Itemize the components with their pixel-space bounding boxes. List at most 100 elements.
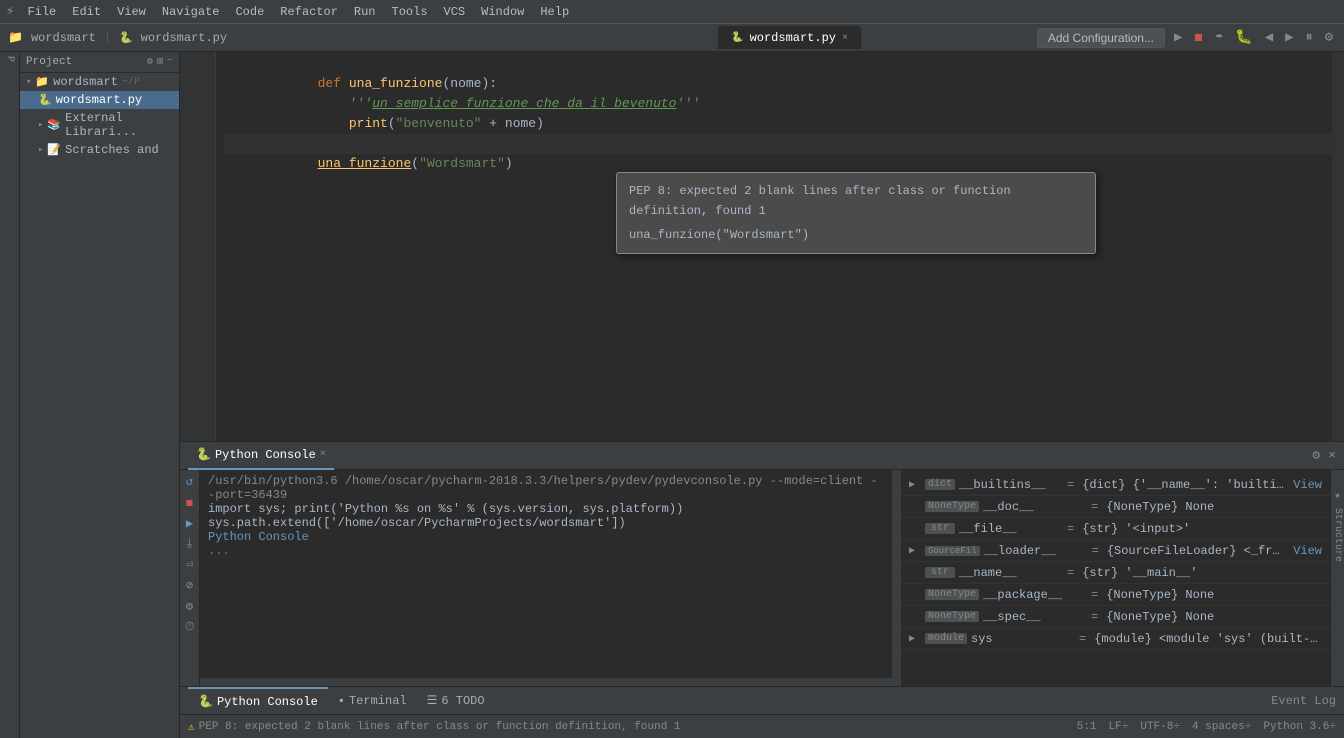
scroll-end-icon[interactable]: ⤓ <box>187 537 192 551</box>
status-indent[interactable]: 4 spaces÷ <box>1192 721 1251 733</box>
event-log-button[interactable]: Event Log <box>1271 694 1336 708</box>
var-row-name[interactable]: str __name__ = {str} '__main__' <box>901 562 1330 584</box>
panel-cog-icon[interactable]: ⚙ <box>147 56 153 68</box>
var-row-loader[interactable]: ▶ SourceFil __loader__ = {SourceFileLoad… <box>901 540 1330 562</box>
editor-area: def una_funzione(nome): '''un semplice f… <box>180 52 1344 441</box>
var-badge-file: str <box>925 523 955 534</box>
status-position[interactable]: 5:1 <box>1077 721 1097 733</box>
btab-python-console[interactable]: 🐍 Python Console <box>188 687 328 715</box>
menu-code[interactable]: Code <box>228 3 271 21</box>
coverage-icon[interactable]: ☂ <box>1212 29 1226 46</box>
menu-file[interactable]: File <box>20 3 63 21</box>
run-console-icon[interactable]: ▶ <box>186 516 193 531</box>
panel-close-icon[interactable]: × <box>1328 448 1336 463</box>
panel-minus-icon[interactable]: − <box>167 56 173 68</box>
titlebar: 📁 wordsmart | 🐍 wordsmart.py 🐍 wordsmart… <box>0 24 1344 52</box>
history-icon[interactable]: ⏱ <box>185 620 194 634</box>
status-lf[interactable]: LF÷ <box>1109 721 1129 733</box>
tree-label-external: External Librari... <box>65 111 173 139</box>
var-badge-sys: module <box>925 633 967 644</box>
console-tab-close[interactable]: × <box>320 449 326 460</box>
var-row-package[interactable]: NoneType __package__ = {NoneType} None <box>901 584 1330 606</box>
project-panel-icon[interactable]: P <box>4 56 15 62</box>
settings-console-icon[interactable]: ⚙ <box>186 599 193 614</box>
restart-icon[interactable]: ↺ <box>186 474 193 489</box>
var-arrow-builtins[interactable]: ▶ <box>909 479 921 491</box>
add-configuration-button[interactable]: Add Configuration... <box>1037 28 1165 48</box>
soft-wrap-icon[interactable]: ⏎ <box>186 557 193 572</box>
forward-icon[interactable]: ▶ <box>1282 29 1296 46</box>
var-badge-package: NoneType <box>925 589 979 600</box>
var-row-spec[interactable]: NoneType __spec__ = {NoneType} None <box>901 606 1330 628</box>
status-python[interactable]: Python 3.6÷ <box>1263 721 1336 733</box>
clear-icon[interactable]: ⊘ <box>186 578 193 593</box>
console-cmd-line: /usr/bin/python3.6 /home/oscar/pycharm-2… <box>208 474 884 502</box>
stop-console-icon[interactable]: ◼ <box>186 495 193 510</box>
panel-layout-icon[interactable]: ⊞ <box>157 56 163 68</box>
console-scrollbar-h[interactable] <box>200 678 892 686</box>
menu-navigate[interactable]: Navigate <box>155 3 227 21</box>
scratches-icon: 📝 <box>47 143 61 157</box>
tree-item-scratches[interactable]: ▸ 📝 Scratches and <box>20 141 179 159</box>
var-name-spec: __spec__ <box>983 610 1083 624</box>
var-arrow-sys[interactable]: ▶ <box>909 633 921 645</box>
pause-icon[interactable]: ⏸ <box>1303 30 1316 46</box>
tree-item-external[interactable]: ▸ 📚 External Librari... <box>20 109 179 141</box>
settings-toolbar-icon[interactable]: ⚙ <box>1322 29 1336 46</box>
menu-window[interactable]: Window <box>474 3 531 21</box>
console-tab-icon: 🐍 <box>196 447 211 462</box>
var-badge-loader: SourceFil <box>925 546 980 556</box>
btab-todo-icon: ☰ <box>427 693 438 708</box>
code-editor[interactable]: def una_funzione(nome): '''un semplice f… <box>216 52 1332 441</box>
menu-edit[interactable]: Edit <box>65 3 108 21</box>
panel-settings-icon[interactable]: ⚙ <box>1312 448 1320 463</box>
menu-help[interactable]: Help <box>533 3 576 21</box>
bottom-panel: 🐍 Python Console × ⚙ × ↺ ◼ ▶ ⤓ ⏎ <box>180 441 1344 686</box>
status-encoding[interactable]: UTF-8÷ <box>1140 721 1180 733</box>
tooltip-line1: PEP 8: expected 2 blank lines after clas… <box>629 181 1083 221</box>
var-name-loader: __loader__ <box>984 544 1084 558</box>
favorites-star-icon[interactable]: ★ <box>1334 490 1340 502</box>
var-row-builtins[interactable]: ▶ dict __builtins__ = {dict} {'__name__'… <box>901 474 1330 496</box>
console-panel-tab[interactable]: 🐍 Python Console × <box>188 442 334 470</box>
una-funzione-call: una_funzione <box>318 156 412 171</box>
btab-todo[interactable]: ☰ 6 TODO <box>417 687 495 715</box>
run-icon[interactable]: ▶ <box>1171 29 1185 46</box>
menu-vcs[interactable]: VCS <box>437 3 473 21</box>
var-row-sys[interactable]: ▶ module sys = {module} <module 'sys' (b… <box>901 628 1330 650</box>
tree-arrow-scratches: ▸ <box>38 145 43 155</box>
tab-label: wordsmart.py <box>750 31 836 45</box>
console-scrollbar-v[interactable] <box>892 470 900 686</box>
call-paren: ( <box>411 156 419 171</box>
var-link-loader[interactable]: View <box>1293 544 1322 558</box>
editor-tabs: 🐍 wordsmart.py × <box>718 26 861 49</box>
var-row-doc[interactable]: NoneType __doc__ = {NoneType} None <box>901 496 1330 518</box>
tab-file-icon: 🐍 <box>731 32 743 44</box>
var-value-name: {str} '__main__' <box>1082 566 1322 580</box>
btab-terminal[interactable]: ▪ Terminal <box>328 687 417 715</box>
tab-close-button[interactable]: × <box>842 33 848 44</box>
var-eq-name: = <box>1067 566 1074 580</box>
stop-icon[interactable]: ◼ <box>1191 29 1205 46</box>
menu-view[interactable]: View <box>110 3 153 21</box>
tree-label-scratches: Scratches and <box>65 143 159 157</box>
var-link-builtins[interactable]: View <box>1293 478 1322 492</box>
menu-run[interactable]: Run <box>347 3 383 21</box>
var-row-file[interactable]: str __file__ = {str} '<input>' <box>901 518 1330 540</box>
tab-wordsmart-py[interactable]: 🐍 wordsmart.py × <box>718 26 861 49</box>
tree-item-wordsmart-py[interactable]: 🐍 wordsmart.py <box>20 91 179 109</box>
code-line-1: def una_funzione(nome): <box>224 54 1332 74</box>
project-name[interactable]: wordsmart <box>31 31 96 45</box>
menu-tools[interactable]: Tools <box>385 3 435 21</box>
btab-terminal-icon: ▪ <box>338 694 345 708</box>
pep8-tooltip: PEP 8: expected 2 blank lines after clas… <box>616 172 1096 254</box>
editor-content[interactable]: def una_funzione(nome): '''un semplice f… <box>180 52 1344 441</box>
tree-item-wordsmart[interactable]: ▾ 📁 wordsmart ~/P <box>20 73 179 91</box>
debug-icon[interactable]: 🐛 <box>1232 29 1255 46</box>
console-output: /usr/bin/python3.6 /home/oscar/pycharm-2… <box>200 470 892 678</box>
menu-refactor[interactable]: Refactor <box>273 3 345 21</box>
back-icon[interactable]: ◀ <box>1262 29 1276 46</box>
var-arrow-loader[interactable]: ▶ <box>909 545 921 557</box>
var-eq-builtins: = <box>1067 478 1074 492</box>
structure-icon[interactable]: Structure <box>1332 508 1343 562</box>
